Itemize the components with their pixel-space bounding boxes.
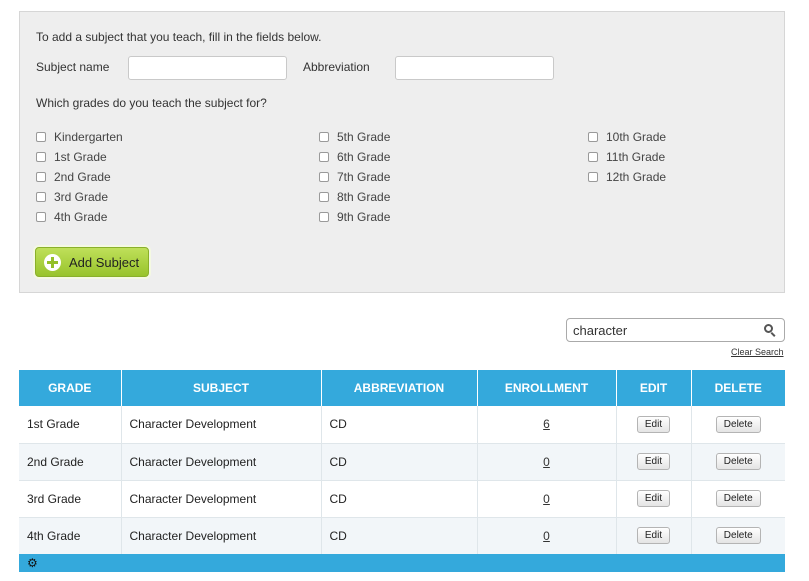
checkbox[interactable] (319, 172, 329, 182)
checkbox[interactable] (36, 172, 46, 182)
delete-button[interactable]: Delete (715, 490, 761, 507)
grade-option-7th[interactable]: 7th Grade (319, 167, 390, 187)
column-header-abbreviation[interactable]: ABBREVIATION (321, 370, 478, 406)
table-row: 4th Grade Character Development CD 0 Edi… (19, 517, 785, 555)
subject-name-label: Subject name (36, 60, 110, 74)
checkbox[interactable] (36, 132, 46, 142)
table-row: 1st Grade Character Development CD 6 Edi… (19, 406, 785, 444)
grade-option-3rd[interactable]: 3rd Grade (36, 187, 123, 207)
delete-button[interactable]: Delete (715, 453, 761, 470)
cell-grade: 2nd Grade (19, 443, 122, 481)
cell-grade: 1st Grade (19, 406, 122, 444)
checkbox[interactable] (36, 152, 46, 162)
grade-option-kindergarten[interactable]: Kindergarten (36, 127, 123, 147)
cell-abbreviation: CD (321, 480, 478, 518)
cell-edit: Edit (616, 480, 692, 518)
enrollment-link[interactable]: 0 (543, 492, 550, 506)
abbreviation-label: Abbreviation (303, 60, 370, 74)
delete-button[interactable]: Delete (715, 415, 761, 433)
grade-option-6th[interactable]: 6th Grade (319, 147, 390, 167)
cell-delete: Delete (691, 406, 785, 444)
grade-option-2nd[interactable]: 2nd Grade (36, 167, 123, 187)
checkbox[interactable] (36, 192, 46, 202)
cell-delete: Delete (691, 517, 785, 555)
table-header-row: GRADE SUBJECT ABBREVIATION ENROLLMENT ED… (19, 370, 785, 406)
grade-column-2: 5th Grade 6th Grade 7th Grade 8th Grade … (319, 127, 390, 227)
enrollment-link[interactable]: 6 (543, 417, 550, 431)
grade-option-12th[interactable]: 12th Grade (588, 167, 666, 187)
add-subject-label: Add Subject (69, 254, 140, 270)
cell-enrollment: 0 (477, 517, 617, 555)
cell-grade: 3rd Grade (19, 480, 122, 518)
cell-edit: Edit (616, 443, 692, 481)
cell-subject: Character Development (121, 406, 322, 444)
grades-question: Which grades do you teach the subject fo… (36, 96, 267, 110)
subject-name-input[interactable] (128, 56, 287, 80)
edit-button[interactable]: Edit (636, 453, 671, 470)
grade-option-11th[interactable]: 11th Grade (588, 147, 666, 167)
grade-option-5th[interactable]: 5th Grade (319, 127, 390, 147)
delete-button[interactable]: Delete (715, 527, 761, 544)
clear-search-link[interactable]: Clear Search (731, 347, 784, 357)
table-row: 2nd Grade Character Development CD 0 Edi… (19, 443, 785, 481)
table-footer: ⚙ (19, 554, 785, 572)
column-header-edit: EDIT (616, 370, 692, 406)
form-intro-text: To add a subject that you teach, fill in… (36, 30, 322, 44)
checkbox[interactable] (319, 192, 329, 202)
cell-grade: 4th Grade (19, 517, 122, 555)
search-value: character (573, 322, 628, 338)
column-header-grade[interactable]: GRADE (19, 370, 122, 406)
search-icon[interactable] (763, 323, 777, 337)
edit-button[interactable]: Edit (636, 490, 671, 507)
checkbox[interactable] (319, 132, 329, 142)
cell-abbreviation: CD (321, 517, 478, 555)
edit-button[interactable]: Edit (636, 527, 671, 544)
checkbox[interactable] (588, 132, 598, 142)
grade-option-8th[interactable]: 8th Grade (319, 187, 390, 207)
checkbox[interactable] (588, 152, 598, 162)
add-subject-panel: To add a subject that you teach, fill in… (19, 11, 785, 293)
grade-option-9th[interactable]: 9th Grade (319, 207, 390, 227)
grade-column-1: Kindergarten 1st Grade 2nd Grade 3rd Gra… (36, 127, 123, 227)
grade-option-10th[interactable]: 10th Grade (588, 127, 666, 147)
abbreviation-input[interactable] (395, 56, 554, 80)
gear-icon[interactable]: ⚙ (27, 557, 38, 569)
cell-abbreviation: CD (321, 406, 478, 444)
search-input[interactable]: character (566, 318, 785, 342)
cell-enrollment: 0 (477, 480, 617, 518)
cell-edit: Edit (616, 406, 692, 444)
cell-abbreviation: CD (321, 443, 478, 481)
column-header-enrollment[interactable]: ENROLLMENT (477, 370, 617, 406)
cell-enrollment: 6 (477, 406, 617, 444)
edit-button[interactable]: Edit (636, 415, 671, 433)
column-header-subject[interactable]: SUBJECT (121, 370, 322, 406)
cell-subject: Character Development (121, 517, 322, 555)
plus-circle-icon (44, 253, 61, 271)
checkbox[interactable] (319, 152, 329, 162)
cell-edit: Edit (616, 517, 692, 555)
subjects-table: GRADE SUBJECT ABBREVIATION ENROLLMENT ED… (19, 370, 785, 555)
table-row: 3rd Grade Character Development CD 0 Edi… (19, 480, 785, 518)
cell-delete: Delete (691, 480, 785, 518)
add-subject-button[interactable]: Add Subject (35, 247, 149, 277)
grade-column-3: 10th Grade 11th Grade 12th Grade (588, 127, 666, 187)
checkbox[interactable] (588, 172, 598, 182)
grade-option-4th[interactable]: 4th Grade (36, 207, 123, 227)
cell-delete: Delete (691, 443, 785, 481)
enrollment-link[interactable]: 0 (543, 455, 550, 469)
checkbox[interactable] (36, 212, 46, 222)
column-header-delete: DELETE (691, 370, 785, 406)
grade-option-1st[interactable]: 1st Grade (36, 147, 123, 167)
enrollment-link[interactable]: 0 (543, 529, 550, 543)
cell-subject: Character Development (121, 443, 322, 481)
cell-subject: Character Development (121, 480, 322, 518)
checkbox[interactable] (319, 212, 329, 222)
cell-enrollment: 0 (477, 443, 617, 481)
